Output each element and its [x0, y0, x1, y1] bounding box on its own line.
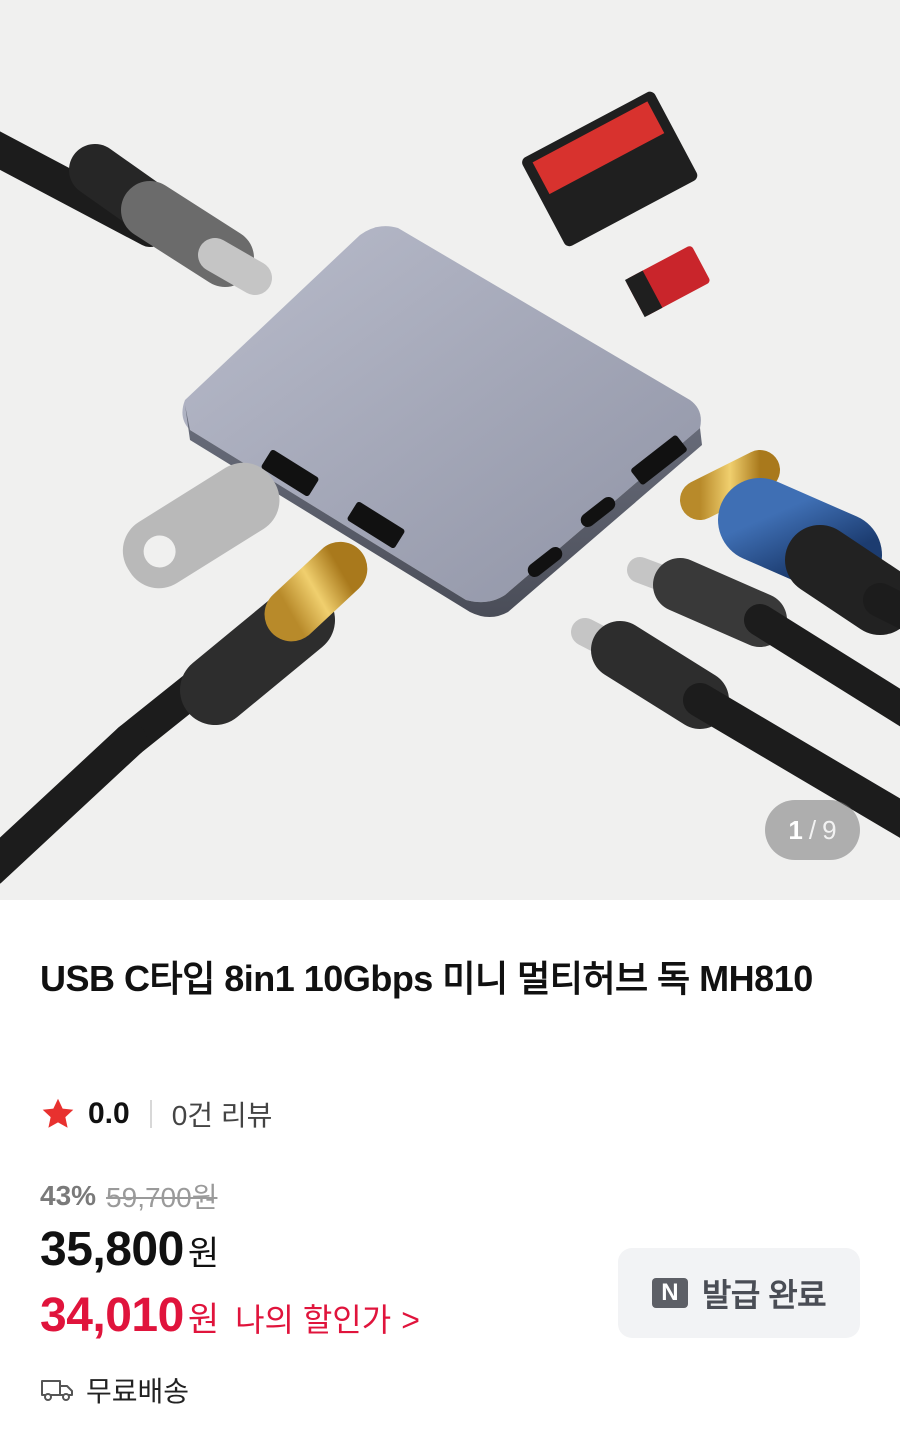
- shipping-label: 무료배송: [86, 1376, 190, 1407]
- discount-row: 43% 59,700원: [40, 1176, 217, 1216]
- image-counter-total: 9: [822, 814, 837, 845]
- coupon-issued-label: 발급 완료: [701, 1277, 827, 1313]
- truck-icon: [41, 1380, 73, 1401]
- original-price: 59,700원: [106, 1182, 218, 1213]
- rating-divider: [149, 1100, 152, 1128]
- product-title: USB C타입 8in1 10Gbps 미니 멀티허브 독 MH810: [40, 958, 813, 999]
- sale-price-unit: 원: [187, 1235, 220, 1273]
- product-photo: [0, 91, 900, 884]
- my-discount-label: 나의 할인가: [235, 1302, 392, 1338]
- my-discount-price-unit: 원: [187, 1301, 220, 1339]
- rating-row[interactable]: 0.0 0건 리뷰: [40, 1094, 272, 1134]
- rating-score: 0.0: [88, 1097, 130, 1130]
- discount-rate: 43%: [40, 1180, 97, 1211]
- naver-n-icon: N: [651, 1278, 688, 1308]
- image-counter: 1 / 9: [765, 800, 860, 860]
- star-icon: [42, 1098, 74, 1128]
- chevron-right-icon: >: [401, 1302, 420, 1338]
- my-discount-price: 34,010: [40, 1289, 184, 1342]
- my-discount-price-link[interactable]: 34,010 원 나의 할인가 >: [40, 1288, 420, 1343]
- sale-price: 35,800: [40, 1223, 184, 1276]
- sale-price-row: 35,800 원: [40, 1222, 219, 1277]
- shipping-info: 무료배송: [40, 1370, 189, 1410]
- image-counter-current: 1: [788, 814, 803, 845]
- image-counter-separator: /: [808, 814, 817, 845]
- product-image-gallery[interactable]: 1 / 9: [0, 0, 900, 900]
- review-count-link[interactable]: 0건 리뷰: [172, 1094, 273, 1134]
- coupon-issued-button[interactable]: N 발급 완료: [618, 1248, 860, 1338]
